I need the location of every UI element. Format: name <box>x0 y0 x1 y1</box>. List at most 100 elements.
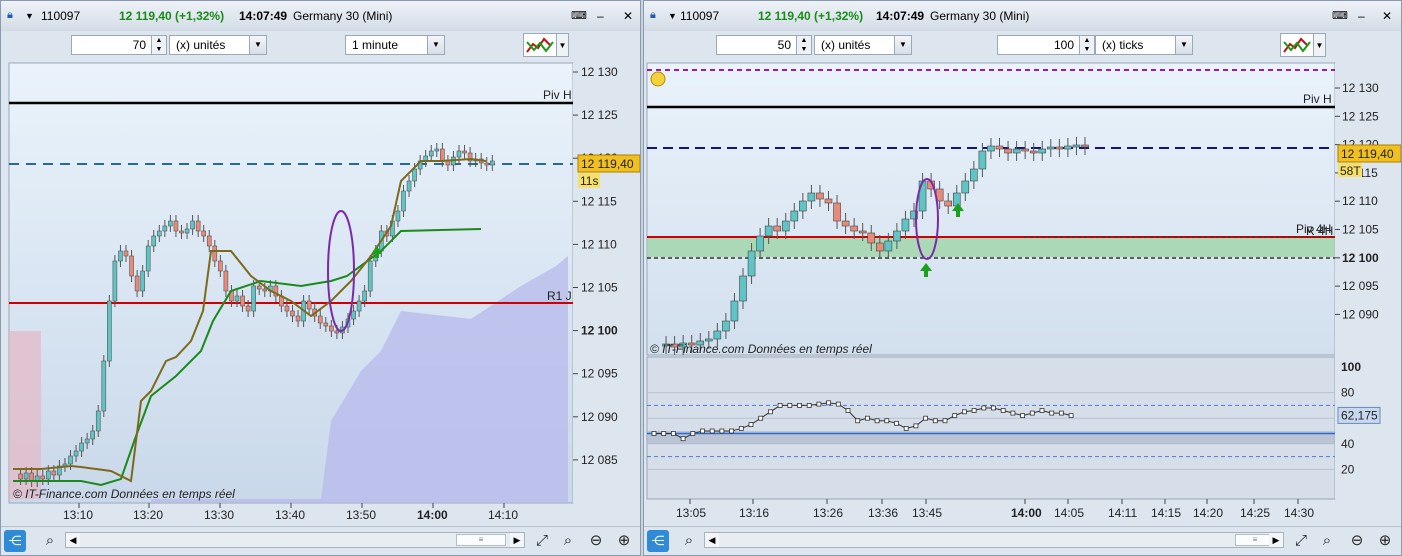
price-chart-right[interactable]: Piv HPiv 4HR 4H© IT-Finance.com Données … <box>644 61 1401 529</box>
keyboard-icon[interactable]: ⌨ <box>571 9 587 22</box>
zoom-out-icon[interactable]: ⊖ <box>585 531 607 551</box>
ticks-quantity-input[interactable]: 100 ▲ ▼ <box>997 35 1095 55</box>
time-tick-label: 13:30 <box>204 508 234 522</box>
quantity-input[interactable]: 70 ▲ ▼ <box>71 35 167 55</box>
price-chart-left[interactable]: Piv H R1 J © IT-Finance.com Données en tem… <box>1 61 640 529</box>
ticks-spinner[interactable]: ▲ ▼ <box>1079 36 1094 54</box>
chevron-down-icon[interactable]: ▼ <box>1175 36 1192 54</box>
scroll-left-icon[interactable]: ◀ <box>705 533 719 547</box>
candle <box>234 295 240 302</box>
osc-point <box>835 401 841 407</box>
unit-label: (x) unités <box>821 38 871 52</box>
osc-point <box>680 436 686 442</box>
search-cursor-icon[interactable]: ⌕ <box>678 531 700 551</box>
candle <box>790 210 799 222</box>
time-tick-label: 13:05 <box>676 506 706 520</box>
ticks-quantity-value: 100 <box>1053 38 1074 52</box>
lock-icon[interactable]: 🔒︎ <box>650 9 656 22</box>
candle <box>84 438 90 444</box>
chevron-down-icon[interactable]: ▼ <box>557 33 569 57</box>
quantity-spinner[interactable]: ▲ ▼ <box>151 36 166 54</box>
time-tick-label: 14:25 <box>1240 506 1270 520</box>
horizontal-scrollbar[interactable]: ◀ ≡ ▶ <box>704 532 1284 548</box>
candle <box>101 360 107 412</box>
period-select[interactable]: 1 minute ▼ <box>345 35 445 55</box>
zoom-fit-icon[interactable]: ⤢ <box>531 531 553 551</box>
candle <box>987 145 995 152</box>
price-tick-label: 12 110 <box>581 237 617 251</box>
scroll-thumb[interactable]: ≡ <box>456 534 506 546</box>
zoom-in-icon[interactable]: ⊕ <box>613 531 635 551</box>
candle <box>79 442 84 452</box>
watermark: © IT-Finance.com Données en temps réel <box>650 342 872 356</box>
candle <box>73 450 79 457</box>
indicator-icon[interactable] <box>1280 33 1314 57</box>
close-icon[interactable]: ✕ <box>1382 9 1392 23</box>
zoom-reset-icon[interactable]: ⌕ <box>1316 531 1338 551</box>
zoom-fit-icon[interactable]: ⤢ <box>1290 531 1312 551</box>
price-tick-label: 12 090 <box>1342 307 1379 321</box>
quantity-spinner[interactable]: ▲ ▼ <box>796 36 811 54</box>
candle <box>168 220 173 227</box>
candle <box>195 220 201 232</box>
price-tick-label: 12 100 <box>1342 251 1379 265</box>
candle <box>306 300 312 310</box>
price-tick-label: 12 115 <box>581 194 617 208</box>
indicator-icon[interactable] <box>523 33 557 57</box>
horizontal-scrollbar[interactable]: ◀ ≡ ▶ <box>65 532 525 548</box>
chevron-down-icon[interactable]: ▼ <box>249 36 266 54</box>
share-icon[interactable]: ⋲ <box>4 530 26 552</box>
candle <box>157 230 162 237</box>
osc-point <box>1020 413 1026 419</box>
share-icon[interactable]: ⋲ <box>647 530 669 552</box>
osc-point <box>845 408 851 413</box>
chevron-down-icon[interactable]: ▼ <box>894 36 911 54</box>
osc-point <box>942 418 948 424</box>
chevron-down-icon[interactable]: ▼ <box>427 36 444 54</box>
unit-select[interactable]: (x) unités ▼ <box>814 35 912 55</box>
unit-select[interactable]: (x) unités ▼ <box>169 35 267 55</box>
dropdown-arrow-icon[interactable]: ▼ <box>25 11 34 21</box>
time-tick-label: 14:30 <box>1284 506 1314 520</box>
candle <box>406 180 412 192</box>
osc-point <box>981 405 987 411</box>
unit-label: (x) unités <box>176 38 226 52</box>
chart-toolbar: 70 ▲ ▼ (x) unités ▼ 1 minute ▼ ▼ <box>1 31 640 61</box>
search-cursor-icon[interactable]: ⌕ <box>39 531 61 551</box>
quantity-input[interactable]: 50 ▲ ▼ <box>716 35 812 55</box>
zoom-out-icon[interactable]: ⊖ <box>1346 531 1368 551</box>
time-tick-label: 13:10 <box>63 508 93 522</box>
candle <box>112 260 118 302</box>
candle <box>190 220 195 230</box>
minimize-icon[interactable]: – <box>1358 9 1365 23</box>
chevron-down-icon[interactable]: ▼ <box>1314 33 1326 57</box>
scroll-right-icon[interactable]: ▶ <box>1269 533 1283 547</box>
bell-icon[interactable] <box>650 71 666 87</box>
zoom-reset-icon[interactable]: ⌕ <box>557 531 579 551</box>
candle <box>412 168 417 182</box>
scroll-left-icon[interactable]: ◀ <box>66 533 80 547</box>
osc-point <box>913 423 919 429</box>
candle <box>440 148 445 162</box>
close-icon[interactable]: ✕ <box>623 9 633 23</box>
lock-icon[interactable]: 🔒︎ <box>7 9 13 22</box>
price-tick-label: 12 095 <box>581 367 618 381</box>
keyboard-icon[interactable]: ⌨ <box>1332 9 1348 22</box>
candle <box>151 235 157 247</box>
ticks-select[interactable]: (x) ticks ▼ <box>1095 35 1193 55</box>
dropdown-arrow-icon[interactable]: ▼ <box>668 11 677 21</box>
quote-time: 14:07:49 <box>876 9 925 23</box>
osc-point <box>1010 410 1016 416</box>
candle <box>290 310 295 317</box>
candle <box>824 198 833 204</box>
title-bar: 🔒︎ ▼ 110097 12 119,40 (+1,32%) 14:07:49 … <box>644 1 1401 32</box>
candle <box>223 270 229 292</box>
candle <box>18 473 23 480</box>
price-tick-label: 12 105 <box>1342 223 1379 237</box>
scroll-right-icon[interactable]: ▶ <box>510 533 524 547</box>
current-price-label: 12 119,40 <box>581 157 634 171</box>
zoom-in-icon[interactable]: ⊕ <box>1374 531 1396 551</box>
time-tick-label: 14:00 <box>1011 506 1042 520</box>
minimize-icon[interactable]: – <box>597 9 604 23</box>
candle <box>952 192 961 207</box>
